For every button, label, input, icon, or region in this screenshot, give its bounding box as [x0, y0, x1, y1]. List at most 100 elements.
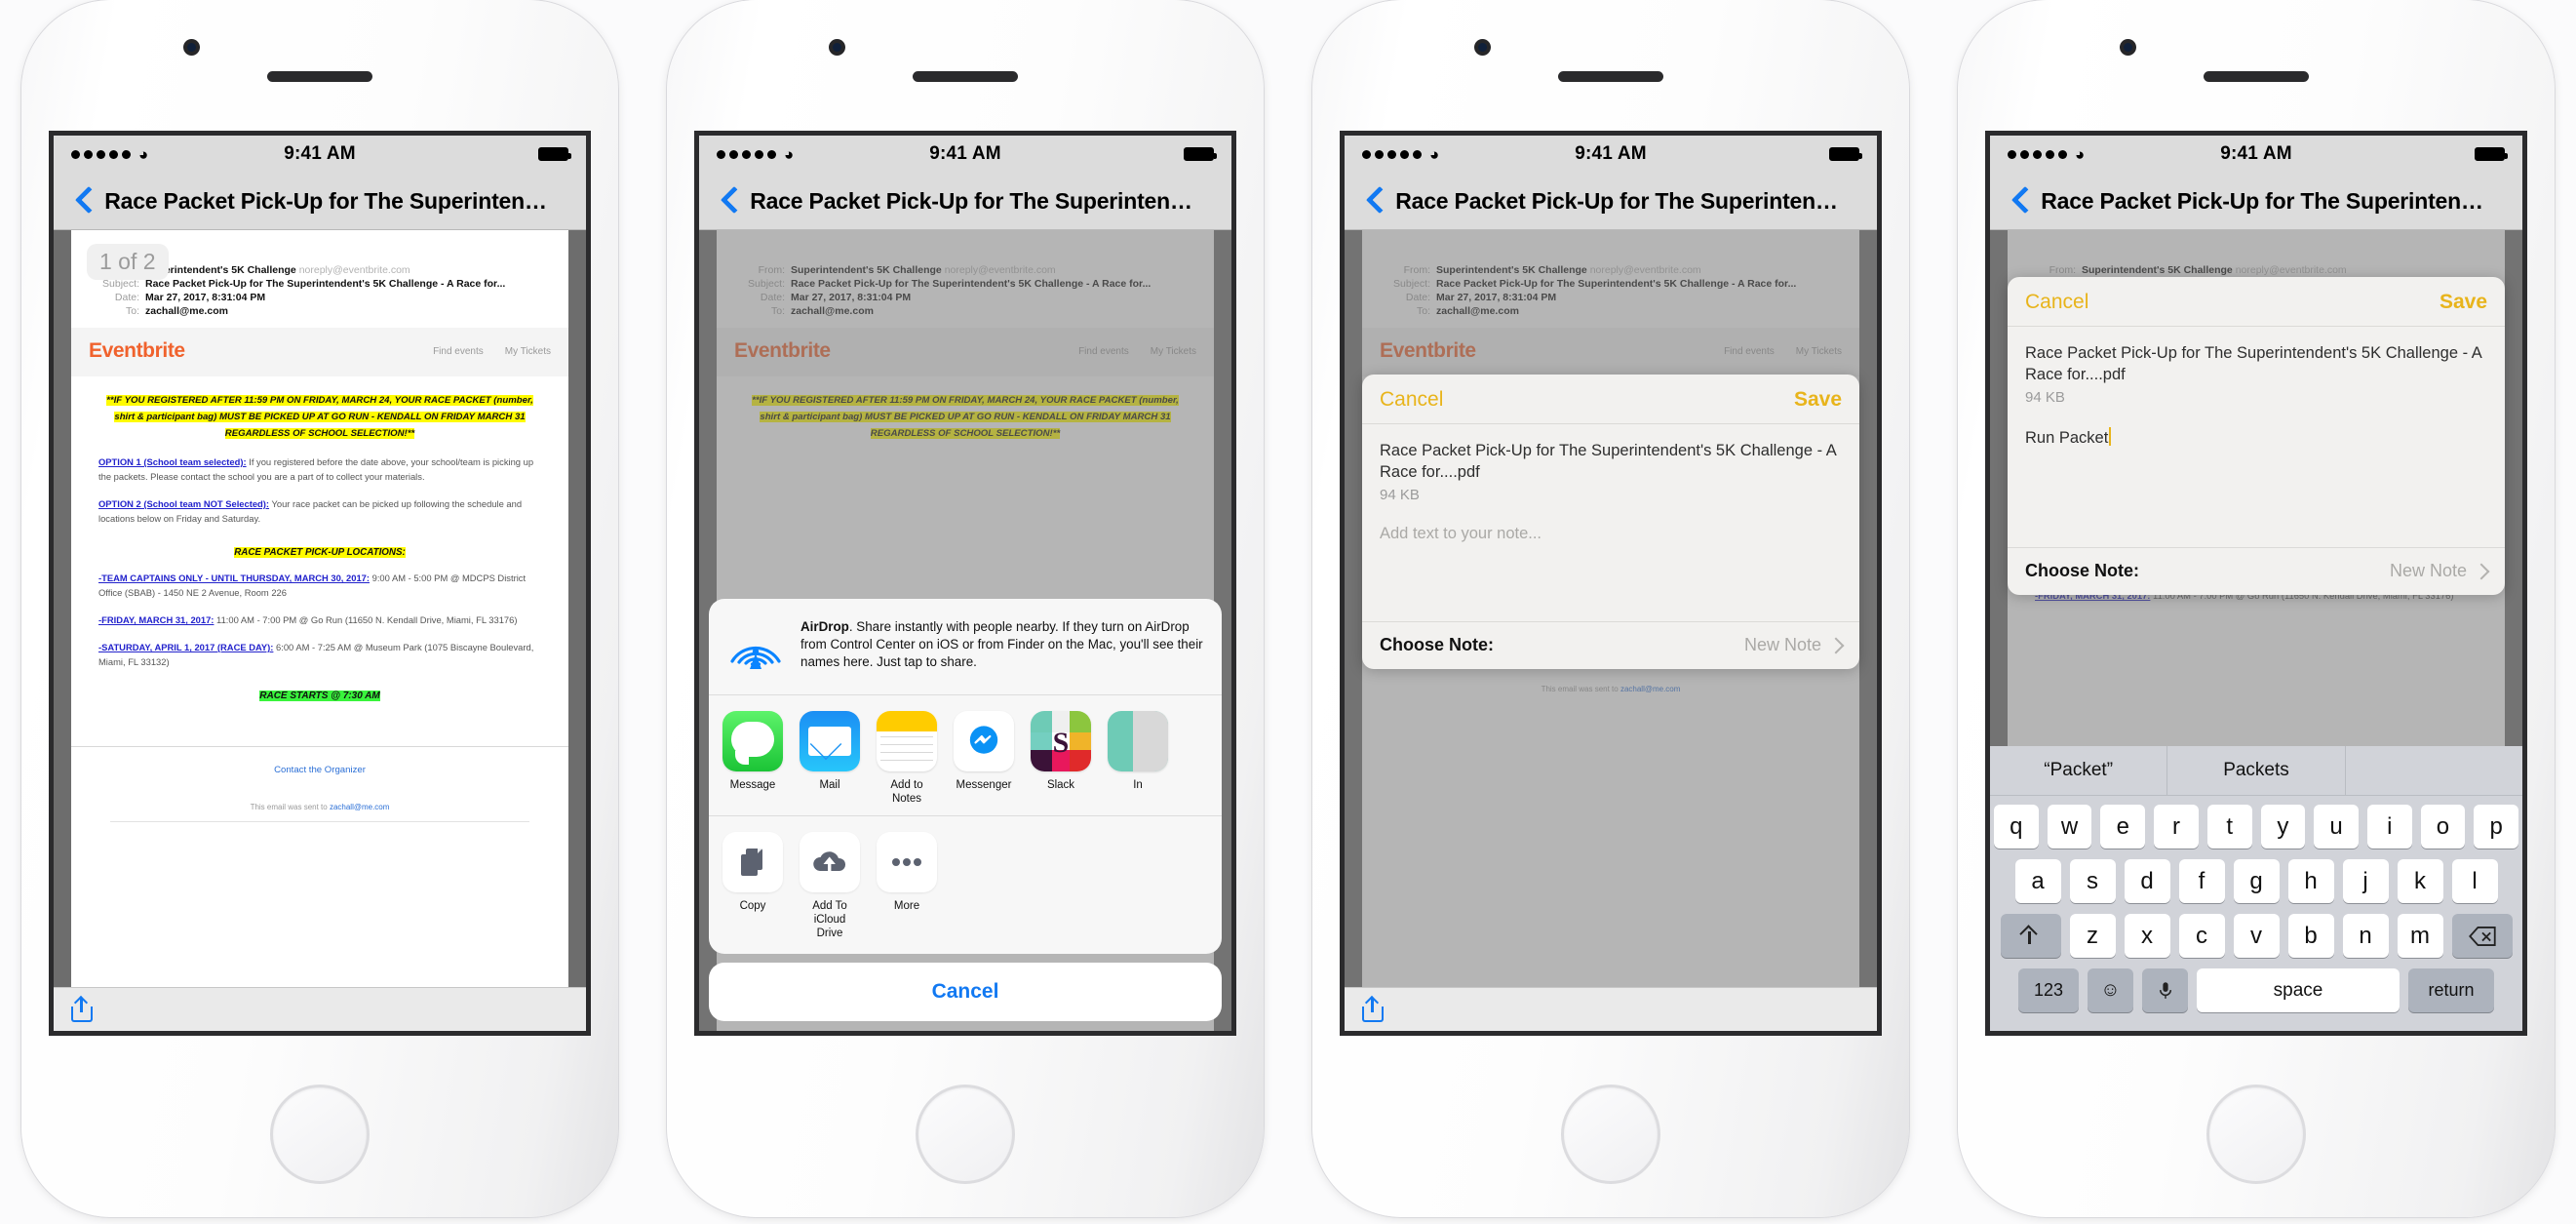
- key-j[interactable]: j: [2342, 859, 2389, 903]
- chevron-right-icon: [2473, 563, 2490, 579]
- home-button[interactable]: [916, 1085, 1015, 1184]
- choose-note-label: Choose Note:: [1380, 635, 1494, 654]
- key-k[interactable]: k: [2397, 859, 2443, 903]
- prediction-0[interactable]: “Packet”: [1990, 746, 2166, 795]
- share-app-mail[interactable]: Mail: [800, 711, 860, 806]
- key-n[interactable]: n: [2342, 914, 2389, 958]
- contact-organizer-link[interactable]: Contact the Organizer: [71, 747, 568, 775]
- key-m[interactable]: m: [2397, 914, 2443, 958]
- key-y[interactable]: y: [2260, 805, 2306, 849]
- home-button[interactable]: [1561, 1085, 1660, 1184]
- share-icon[interactable]: [71, 997, 93, 1022]
- battery-full-icon: [1829, 147, 1862, 161]
- share-app-instagram[interactable]: In: [1108, 711, 1168, 806]
- delete-backward-icon[interactable]: [2451, 914, 2513, 958]
- footer-hairline: [110, 821, 529, 822]
- key-z[interactable]: z: [2069, 914, 2116, 958]
- key-o[interactable]: o: [2420, 805, 2466, 849]
- front-camera: [2120, 39, 2136, 56]
- battery-full-icon: [538, 147, 571, 161]
- iphone-device-2: ◕ 9:41 AM Race Packet Pick-Up for The Su…: [667, 0, 1264, 1217]
- messages-app-icon: [722, 711, 783, 771]
- note-text-input[interactable]: Add text to your note...: [1380, 525, 1842, 543]
- wifi-icon: ◕: [138, 144, 149, 164]
- key-i[interactable]: i: [2366, 805, 2412, 849]
- prediction-2[interactable]: [2344, 746, 2522, 795]
- key-t[interactable]: t: [2206, 805, 2252, 849]
- key-b[interactable]: b: [2287, 914, 2334, 958]
- text-caret: [2109, 427, 2112, 446]
- key-r[interactable]: r: [2154, 805, 2199, 849]
- to-label: To:: [125, 305, 139, 317]
- earpiece-speaker: [267, 71, 372, 82]
- home-button[interactable]: [270, 1085, 370, 1184]
- note-save-button[interactable]: Save: [2439, 291, 2487, 314]
- airdrop-row[interactable]: AirDrop. Share instantly with people nea…: [709, 599, 1222, 695]
- key-d[interactable]: d: [2124, 859, 2170, 903]
- action-add-to-icloud[interactable]: Add To iCloud Drive: [800, 832, 860, 940]
- share-icon[interactable]: [1362, 997, 1384, 1022]
- find-events-link[interactable]: Find events: [433, 346, 484, 357]
- key-s[interactable]: s: [2069, 859, 2116, 903]
- space-key[interactable]: space: [2197, 968, 2400, 1012]
- note-save-button[interactable]: Save: [1794, 388, 1842, 412]
- note-cancel-button[interactable]: Cancel: [2025, 291, 2088, 314]
- emoji-icon[interactable]: ☺: [2088, 968, 2133, 1012]
- return-key[interactable]: return: [2408, 968, 2494, 1012]
- key-x[interactable]: x: [2124, 914, 2170, 958]
- numbers-key[interactable]: 123: [2018, 968, 2079, 1012]
- cancel-button[interactable]: Cancel: [709, 963, 1222, 1021]
- key-h[interactable]: h: [2287, 859, 2334, 903]
- phone-2-screen: ◕ 9:41 AM Race Packet Pick-Up for The Su…: [694, 131, 1236, 1036]
- key-u[interactable]: u: [2314, 805, 2359, 849]
- action-more[interactable]: More: [877, 832, 937, 940]
- wifi-icon: ◕: [2075, 144, 2086, 164]
- choose-note-selector[interactable]: New Note: [1743, 635, 1845, 655]
- shift-icon[interactable]: [2000, 914, 2061, 958]
- chevron-left-icon[interactable]: [2006, 186, 2035, 216]
- key-w[interactable]: w: [2047, 805, 2092, 849]
- home-button[interactable]: [2206, 1085, 2306, 1184]
- share-app-notes[interactable]: Add to Notes: [877, 711, 937, 806]
- my-tickets-link[interactable]: My Tickets: [505, 346, 551, 357]
- app-label: In: [1133, 779, 1143, 791]
- note-dialog: Cancel Save Race Packet Pick-Up for The …: [2008, 277, 2505, 595]
- subject-value: Race Packet Pick-Up for The Superintende…: [145, 278, 506, 290]
- chevron-left-icon[interactable]: [69, 186, 98, 216]
- sent-to-address[interactable]: zachall@me.com: [330, 803, 389, 811]
- selected-note-value: New Note: [1743, 635, 1821, 654]
- key-f[interactable]: f: [2178, 859, 2225, 903]
- action-copy[interactable]: Copy: [722, 832, 783, 940]
- note-dialog: Cancel Save Race Packet Pick-Up for The …: [1362, 375, 1859, 669]
- prediction-1[interactable]: Packets: [2166, 746, 2344, 795]
- share-app-message[interactable]: Message: [722, 711, 783, 806]
- key-l[interactable]: l: [2451, 859, 2498, 903]
- share-apps-row: Message Mail Add to Notes Messenger S Sl…: [709, 695, 1222, 816]
- key-q[interactable]: q: [1993, 805, 2039, 849]
- choose-note-selector[interactable]: New Note: [2390, 561, 2490, 581]
- phone-4-screen: ◕ 9:41 AM Race Packet Pick-Up for The Su…: [1985, 131, 2527, 1036]
- share-app-messenger[interactable]: Messenger: [954, 711, 1014, 806]
- app-label: Messenger: [956, 779, 1012, 791]
- more-dots-icon: [877, 832, 937, 892]
- phone-1-screen: ◕ 9:41 AM Race Packet Pick-Up for The Su…: [49, 131, 591, 1036]
- icloud-upload-icon: [800, 832, 860, 892]
- highlight-notice: **IF YOU REGISTERED AFTER 11:59 PM ON FR…: [106, 395, 533, 439]
- chevron-left-icon[interactable]: [715, 186, 744, 216]
- wifi-icon: ◕: [784, 144, 795, 164]
- share-app-slack[interactable]: S Slack: [1031, 711, 1091, 806]
- chevron-left-icon[interactable]: [1360, 186, 1389, 216]
- page-counter: 1 of 2: [87, 244, 169, 280]
- key-g[interactable]: g: [2233, 859, 2280, 903]
- note-text-input[interactable]: Run Packet: [2025, 429, 2108, 447]
- key-a[interactable]: a: [2014, 859, 2061, 903]
- key-e[interactable]: e: [2100, 805, 2146, 849]
- microphone-icon[interactable]: [2142, 968, 2188, 1012]
- airdrop-title: AirDrop: [800, 619, 849, 634]
- predictive-bar: “Packet” Packets: [1990, 746, 2522, 796]
- key-v[interactable]: v: [2233, 914, 2280, 958]
- key-c[interactable]: c: [2178, 914, 2225, 958]
- mail-app-icon: [800, 711, 860, 771]
- key-p[interactable]: p: [2474, 805, 2519, 849]
- note-cancel-button[interactable]: Cancel: [1380, 388, 1443, 412]
